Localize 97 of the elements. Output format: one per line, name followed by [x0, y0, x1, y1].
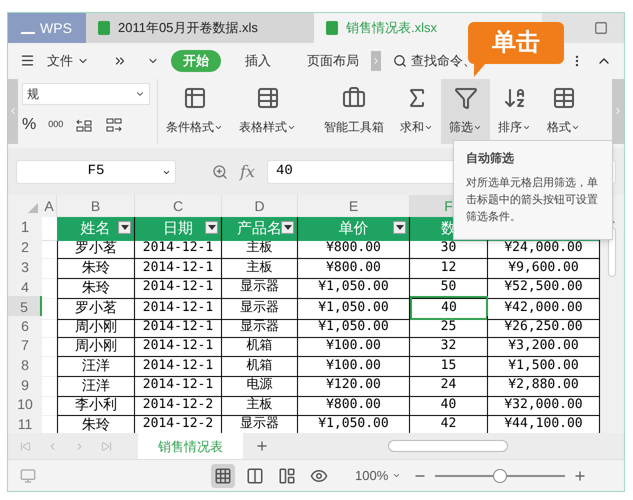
table-cell: 朱玲 [57, 276, 135, 299]
table-cell: 2014-12-1 [135, 237, 222, 260]
table-cell: 汪洋 [57, 374, 135, 397]
table-cell: 机箱 [222, 354, 298, 377]
filter-dropdown-icon[interactable] [205, 221, 218, 234]
name-box[interactable]: F5 [16, 160, 176, 184]
table-cell: 显示器 [222, 276, 298, 299]
table-cell: ¥800.00 [298, 237, 410, 260]
ribbon-tool-button[interactable]: 求和 [392, 78, 441, 144]
spreadsheet-file-icon [326, 21, 338, 35]
table-cell: 主板 [222, 237, 298, 260]
table-cell: ¥100.00 [298, 354, 410, 377]
ribbon-tool-button[interactable]: 表格样式 [231, 78, 304, 144]
grid-icon [214, 466, 232, 485]
table-cell: 罗小茗 [57, 296, 135, 320]
table-cell: ¥1,050.00 [298, 296, 410, 320]
ribbon-tool-button[interactable]: 格式 [539, 78, 588, 144]
header-cell: 姓名 [57, 217, 135, 241]
table-cell: ¥800.00 [298, 394, 410, 416]
callout-pointer-icon [474, 63, 486, 77]
file-menu[interactable]: 文件 [47, 51, 89, 71]
zoom-dropdown[interactable]: 100% [355, 466, 402, 486]
ribbon-tool-button[interactable]: 筛选 [441, 78, 490, 144]
table-cell: 机箱 [222, 335, 298, 358]
click-hint-tooltip: 单击 [468, 22, 564, 64]
table-cell: 2014-12-1 [135, 354, 222, 377]
row-header[interactable]: 2 [8, 237, 42, 260]
format-icon [552, 86, 576, 110]
view-mode-button[interactable] [211, 464, 235, 488]
table-cell: 40 [410, 296, 488, 320]
ribbon-tab[interactable]: 开始 [171, 50, 221, 72]
table-cell: ¥1,050.00 [298, 316, 410, 338]
table-style-icon [256, 86, 280, 110]
table-cell: 显示器 [222, 296, 298, 320]
table-cell: 2014-12-1 [135, 316, 222, 338]
increase-decimal-icon[interactable] [75, 116, 94, 133]
table-cell: 50 [410, 276, 488, 299]
table-cell: 2014-12-1 [135, 374, 222, 397]
table-cell: 2014-12-1 [135, 276, 222, 299]
window-icon[interactable] [594, 21, 608, 35]
number-format-button[interactable]: 000 [48, 118, 64, 132]
table-cell: 32 [410, 335, 488, 358]
table-cell: ¥800.00 [298, 256, 410, 279]
table-cell: 2014-12-1 [135, 256, 222, 279]
fx-icon[interactable]: fx [240, 160, 255, 184]
columns-icon [246, 466, 264, 485]
table-cell: 2014-12-1 [135, 296, 222, 320]
table-cell: 朱玲 [57, 256, 135, 279]
decrease-decimal-icon[interactable] [105, 116, 124, 133]
table-cell: 12 [410, 256, 488, 279]
header-cell: 产品名 [222, 217, 298, 241]
table-cell: ¥100.00 [298, 335, 410, 358]
ribbon-tab[interactable]: 插入 [233, 50, 283, 72]
table-cell: 2014-12-2 [135, 394, 222, 416]
add-sheet-icon[interactable] [255, 439, 269, 454]
table-cell: 主板 [222, 394, 298, 416]
table-cell: 24 [410, 374, 488, 397]
row-header[interactable]: 3 [8, 256, 42, 279]
column-header[interactable]: A [42, 195, 57, 218]
filter-dropdown-icon[interactable] [118, 221, 131, 234]
layout-icon [278, 466, 296, 485]
table-cell: 李小利 [57, 394, 135, 416]
search-icon [393, 54, 407, 68]
number-format-dropdown[interactable]: 规 [22, 82, 150, 105]
zoom-in-icon[interactable] [573, 468, 588, 483]
table-cell: 25 [410, 316, 488, 338]
menu-icon[interactable] [20, 53, 35, 68]
zoom-icon[interactable] [212, 164, 228, 180]
conditional-format-icon [182, 86, 206, 110]
ribbon-tool-button[interactable]: 智能工具箱 [316, 78, 392, 144]
filter-dropdown-icon[interactable] [393, 221, 406, 234]
vertical-scrollbar[interactable] [600, 195, 624, 434]
number-format-button[interactable]: % [22, 112, 36, 137]
header-cell: 日期 [135, 217, 222, 241]
table-cell: 周小刚 [57, 335, 135, 358]
table-cell: ¥1,050.00 [298, 276, 410, 299]
row-header[interactable]: 8 [8, 354, 42, 377]
zoom-slider-thumb[interactable] [493, 468, 508, 483]
app-tab[interactable]: WPS [8, 13, 86, 43]
ribbon-tool-button[interactable]: 条件格式 [158, 78, 231, 144]
row-header[interactable]: 10 [8, 394, 42, 416]
sheet-tab[interactable]: 销售情况表 [138, 433, 243, 460]
table-cell: 电源 [222, 374, 298, 397]
ribbon-tool-button[interactable]: 排序 [490, 78, 539, 144]
table-cell: 主板 [222, 256, 298, 279]
filter-dropdown-icon[interactable] [281, 221, 294, 234]
file-tab[interactable]: 2011年05月开卷数据.xls [86, 13, 314, 43]
table-cell: 2014-12-1 [135, 335, 222, 358]
header-cell: 单价 [298, 217, 410, 241]
table-cell: 汪洋 [57, 354, 135, 377]
table-cell: 40 [410, 394, 488, 416]
table-cell: ¥120.00 [298, 374, 410, 397]
table-cell: 15 [410, 354, 488, 377]
ribbon-tab[interactable]: 页面布局 [295, 50, 371, 72]
filter-icon [454, 86, 478, 110]
spreadsheet-file-icon [98, 21, 110, 35]
row-header[interactable]: 7 [8, 335, 42, 358]
